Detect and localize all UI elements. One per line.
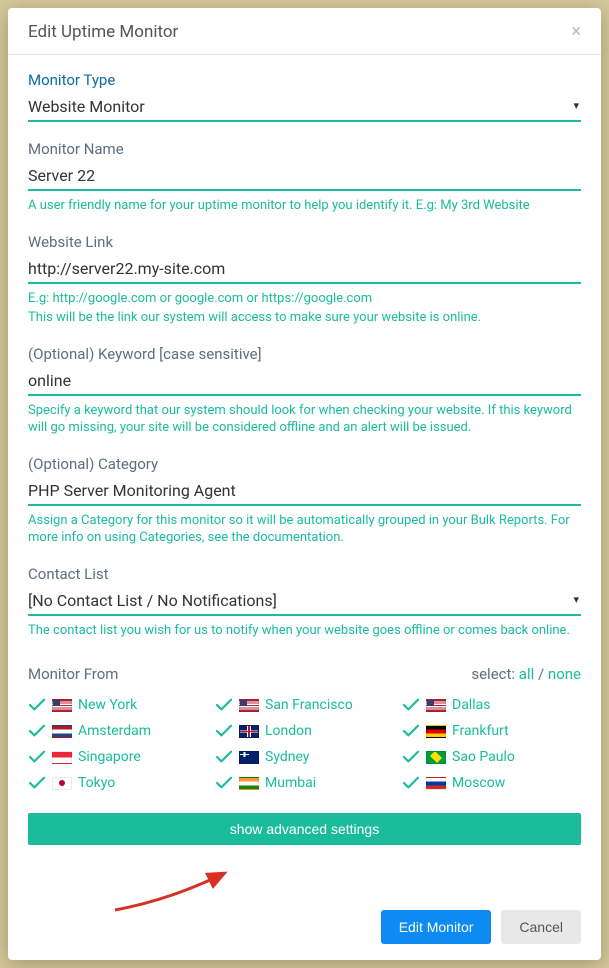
website-link-group: Website Link E.g: http://google.com or g… bbox=[28, 233, 581, 327]
show-advanced-button[interactable]: show advanced settings bbox=[28, 813, 581, 845]
check-icon bbox=[215, 750, 233, 764]
location-singapore[interactable]: Singapore bbox=[28, 749, 207, 765]
location-san-francisco[interactable]: San Francisco bbox=[215, 697, 394, 713]
monitor-from-group: Monitor From select: all / none New York… bbox=[28, 665, 581, 791]
contact-list-label: Contact List bbox=[28, 565, 581, 583]
location-label: Mumbai bbox=[265, 775, 316, 791]
check-icon bbox=[402, 724, 420, 738]
location-label: San Francisco bbox=[265, 697, 353, 713]
flag-icon bbox=[239, 751, 259, 764]
location-mumbai[interactable]: Mumbai bbox=[215, 775, 394, 791]
category-label: (Optional) Category bbox=[28, 455, 581, 473]
cancel-button[interactable]: Cancel bbox=[501, 910, 581, 944]
contact-list-help: The contact list you wish for us to noti… bbox=[28, 622, 581, 640]
select-all-link[interactable]: all bbox=[519, 665, 534, 683]
flag-icon bbox=[52, 751, 72, 764]
check-icon bbox=[402, 698, 420, 712]
location-dallas[interactable]: Dallas bbox=[402, 697, 581, 713]
select-links: select: all / none bbox=[471, 665, 581, 683]
flag-icon bbox=[426, 725, 446, 738]
location-new-york[interactable]: New York bbox=[28, 697, 207, 713]
monitor-type-group: Monitor Type Website Monitor bbox=[28, 71, 581, 122]
locations-grid: New York San Francisco Dallas Amsterdam Lond… bbox=[28, 697, 581, 791]
category-help: Assign a Category for this monitor so it… bbox=[28, 512, 581, 547]
check-icon bbox=[402, 750, 420, 764]
category-group: (Optional) Category Assign a Category fo… bbox=[28, 455, 581, 547]
location-london[interactable]: London bbox=[215, 723, 394, 739]
monitor-name-label: Monitor Name bbox=[28, 140, 581, 158]
modal-header: Edit Uptime Monitor × bbox=[8, 8, 601, 55]
monitor-type-label: Monitor Type bbox=[28, 71, 581, 89]
monitor-type-select[interactable]: Website Monitor bbox=[28, 93, 581, 122]
check-icon bbox=[28, 776, 46, 790]
flag-icon bbox=[52, 699, 72, 712]
flag-icon bbox=[426, 751, 446, 764]
modal-footer: Edit Monitor Cancel bbox=[8, 896, 601, 960]
check-icon bbox=[215, 724, 233, 738]
location-label: Frankfurt bbox=[452, 723, 509, 739]
location-sydney[interactable]: Sydney bbox=[215, 749, 394, 765]
location-moscow[interactable]: Moscow bbox=[402, 775, 581, 791]
location-label: London bbox=[265, 723, 312, 739]
flag-icon bbox=[52, 777, 72, 790]
flag-icon bbox=[239, 725, 259, 738]
check-icon bbox=[28, 698, 46, 712]
website-link-help1: E.g: http://google.com or google.com or … bbox=[28, 290, 581, 308]
close-icon[interactable]: × bbox=[571, 23, 581, 41]
modal-body: Monitor Type Website Monitor Monitor Nam… bbox=[8, 55, 601, 896]
monitor-name-input[interactable] bbox=[28, 162, 581, 191]
keyword-help: Specify a keyword that our system should… bbox=[28, 402, 581, 437]
location-frankfurt[interactable]: Frankfurt bbox=[402, 723, 581, 739]
monitor-from-label: Monitor From bbox=[28, 665, 118, 683]
location-label: Sydney bbox=[265, 749, 309, 765]
check-icon bbox=[215, 776, 233, 790]
location-label: Sao Paulo bbox=[452, 749, 515, 765]
location-tokyo[interactable]: Tokyo bbox=[28, 775, 207, 791]
edit-monitor-modal: Edit Uptime Monitor × Monitor Type Websi… bbox=[8, 8, 601, 960]
flag-icon bbox=[52, 725, 72, 738]
check-icon bbox=[402, 776, 420, 790]
location-label: Tokyo bbox=[78, 775, 115, 791]
location-sao-paulo[interactable]: Sao Paulo bbox=[402, 749, 581, 765]
monitor-name-help: A user friendly name for your uptime mon… bbox=[28, 197, 581, 215]
select-none-link[interactable]: none bbox=[548, 665, 581, 683]
check-icon bbox=[28, 750, 46, 764]
location-amsterdam[interactable]: Amsterdam bbox=[28, 723, 207, 739]
edit-monitor-button[interactable]: Edit Monitor bbox=[381, 910, 492, 944]
location-label: Amsterdam bbox=[78, 723, 151, 739]
contact-list-group: Contact List [No Contact List / No Notif… bbox=[28, 565, 581, 640]
location-label: Dallas bbox=[452, 697, 490, 713]
website-link-label: Website Link bbox=[28, 233, 581, 251]
website-link-help2: This will be the link our system will ac… bbox=[28, 309, 581, 327]
location-label: Moscow bbox=[452, 775, 505, 791]
keyword-group: (Optional) Keyword [case sensitive] Spec… bbox=[28, 345, 581, 437]
flag-icon bbox=[239, 777, 259, 790]
keyword-label: (Optional) Keyword [case sensitive] bbox=[28, 345, 581, 363]
keyword-input[interactable] bbox=[28, 367, 581, 396]
flag-icon bbox=[239, 699, 259, 712]
flag-icon bbox=[426, 777, 446, 790]
location-label: Singapore bbox=[78, 749, 141, 765]
modal-title: Edit Uptime Monitor bbox=[28, 22, 178, 42]
contact-list-select[interactable]: [No Contact List / No Notifications] bbox=[28, 587, 581, 616]
location-label: New York bbox=[78, 697, 137, 713]
flag-icon bbox=[426, 699, 446, 712]
category-input[interactable] bbox=[28, 477, 581, 506]
website-link-input[interactable] bbox=[28, 255, 581, 284]
monitor-name-group: Monitor Name A user friendly name for yo… bbox=[28, 140, 581, 215]
check-icon bbox=[215, 698, 233, 712]
check-icon bbox=[28, 724, 46, 738]
